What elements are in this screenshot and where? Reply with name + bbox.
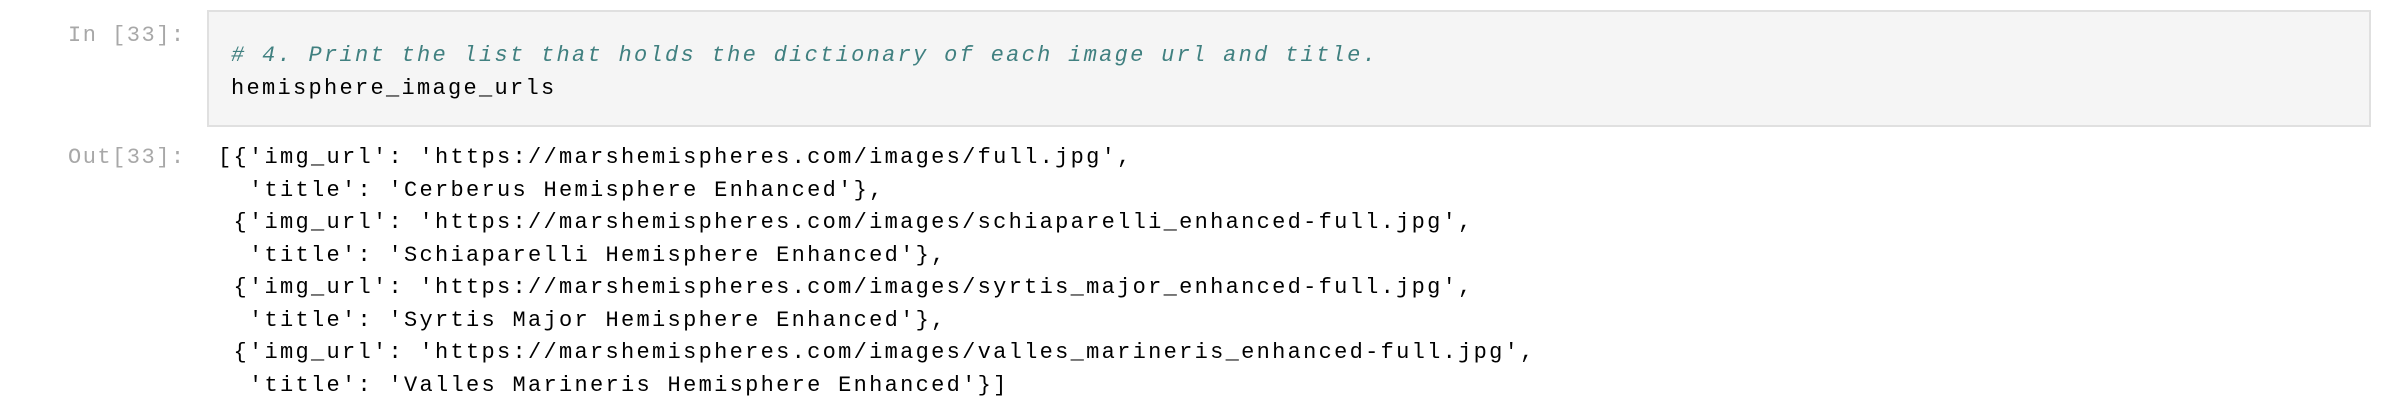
output-line: {'img_url': 'https://marshemispheres.com… xyxy=(218,210,1474,235)
output-prompt: Out[33]: xyxy=(68,145,186,170)
output-line: 'title': 'Schiaparelli Hemisphere Enhanc… xyxy=(218,242,947,268)
input-prompt: In [33]: xyxy=(68,23,186,48)
output-line: {'img_url': 'https://marshemispheres.com… xyxy=(218,340,1536,365)
output-line: 'title': 'Syrtis Major Hemisphere Enhanc… xyxy=(218,307,947,333)
code-editor[interactable]: # 4. Print the list that holds the dicti… xyxy=(231,40,1378,105)
code-input-cell[interactable]: # 4. Print the list that holds the dicti… xyxy=(207,10,2371,127)
cell-output: [{'img_url': 'https://marshemispheres.co… xyxy=(218,142,1536,402)
code-comment-line: # 4. Print the list that holds the dicti… xyxy=(231,43,1379,68)
output-line: 'title': 'Valles Marineris Hemisphere En… xyxy=(218,372,1009,398)
code-line: hemisphere_image_urls xyxy=(231,75,557,101)
output-line: {'img_url': 'https://marshemispheres.com… xyxy=(218,275,1474,300)
output-line: [{'img_url': 'https://marshemispheres.co… xyxy=(218,145,1133,170)
output-line: 'title': 'Cerberus Hemisphere Enhanced'}… xyxy=(218,177,885,203)
